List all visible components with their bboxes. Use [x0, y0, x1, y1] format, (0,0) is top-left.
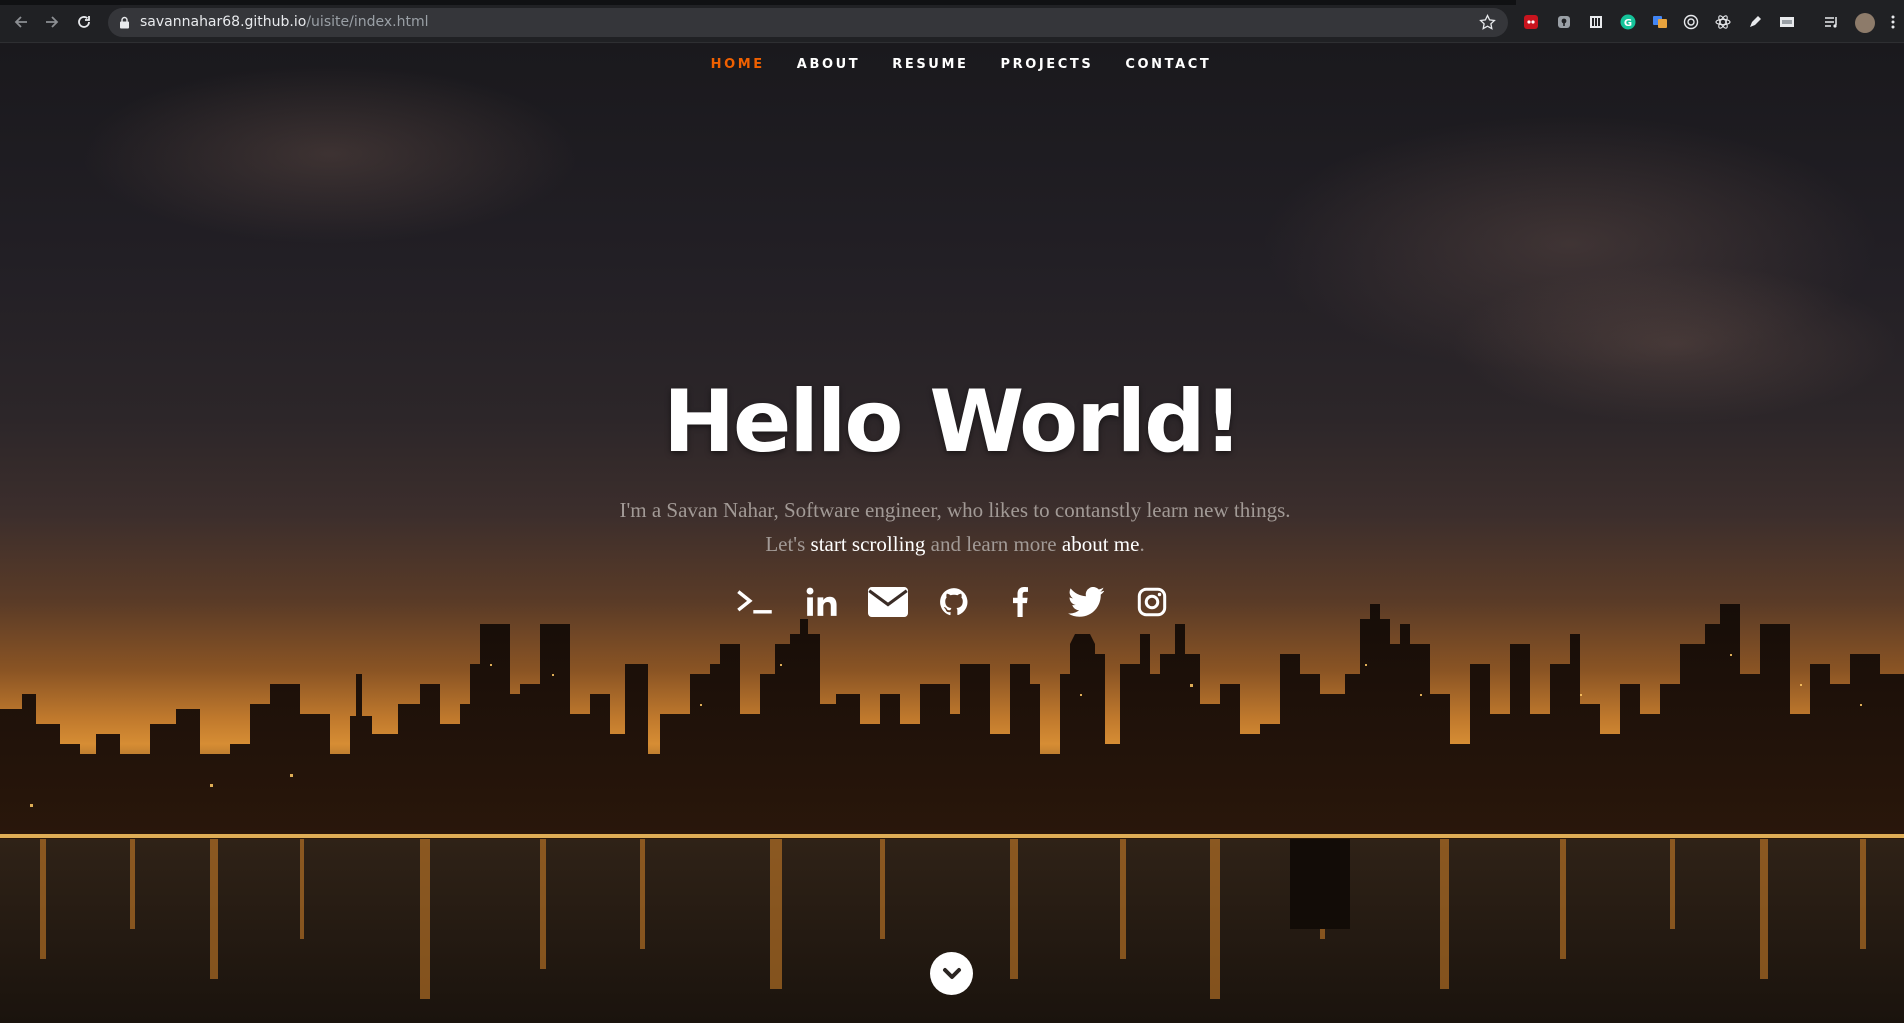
nav-resume-link[interactable]: RESUME: [892, 56, 968, 96]
ng-icon[interactable]: [1778, 13, 1796, 31]
water-reflection: [0, 839, 1904, 1023]
hero-headline: Hello World!: [663, 372, 1243, 472]
start-scrolling-link[interactable]: start scrolling: [811, 532, 926, 556]
nav-home-link[interactable]: HOME: [711, 56, 765, 96]
scroll-down-button[interactable]: [930, 952, 973, 995]
grammarly-icon[interactable]: G: [1619, 13, 1637, 31]
library-icon[interactable]: [1587, 13, 1605, 31]
forward-button[interactable]: [41, 11, 63, 33]
intro-text-3: .: [1139, 532, 1145, 556]
browser-toolbar: savannahar68.github.io/uisite/index.html…: [0, 0, 1904, 43]
google-translate-icon[interactable]: [1651, 13, 1669, 31]
address-bar[interactable]: savannahar68.github.io/uisite/index.html: [108, 8, 1508, 37]
reading-list-icon[interactable]: [1822, 13, 1840, 31]
intro-text-2: and learn more: [925, 532, 1062, 556]
reload-icon: [78, 16, 90, 28]
target-icon[interactable]: [1682, 13, 1700, 31]
hero-section: HOME ABOUT RESUME PROJECTS CONTACT Hello…: [0, 44, 1904, 1023]
tab-strip: [0, 0, 1516, 5]
back-button[interactable]: [10, 11, 32, 33]
site-nav: HOME ABOUT RESUME PROJECTS CONTACT: [0, 56, 1904, 96]
url-path: /uisite/index.html: [306, 14, 429, 30]
reload-button[interactable]: [73, 11, 95, 33]
svg-text:G: G: [1624, 18, 1632, 29]
email-icon[interactable]: [867, 584, 909, 620]
react-devtools-icon[interactable]: [1714, 13, 1732, 31]
location-icon[interactable]: [1555, 13, 1573, 31]
lastpass-icon[interactable]: [1522, 13, 1540, 31]
bookmark-star-icon[interactable]: [1479, 14, 1496, 31]
hero-intro: I'm a Savan Nahar, Software engineer, wh…: [610, 493, 1300, 561]
twitter-icon[interactable]: [1065, 584, 1107, 620]
instagram-icon[interactable]: [1131, 584, 1173, 620]
lock-icon: [120, 16, 129, 29]
terminal-icon[interactable]: [735, 584, 777, 620]
chevron-down-icon: [942, 967, 961, 979]
reflection-lights: [40, 839, 1866, 999]
github-icon[interactable]: [933, 584, 975, 620]
about-me-link[interactable]: about me: [1062, 532, 1140, 556]
arrow-left-icon: [14, 16, 27, 28]
nav-projects-link[interactable]: PROJECTS: [1000, 56, 1093, 96]
nav-about-link[interactable]: ABOUT: [797, 56, 860, 96]
url-text: savannahar68.github.io/uisite/index.html: [140, 14, 428, 30]
facebook-icon[interactable]: [999, 584, 1041, 620]
url-host: savannahar68.github.io: [140, 14, 307, 30]
nav-contact-link[interactable]: CONTACT: [1125, 56, 1211, 96]
social-links: [0, 584, 1904, 620]
menu-dots-icon[interactable]: [1890, 13, 1896, 31]
pen-icon[interactable]: [1746, 13, 1764, 31]
arrow-right-icon: [46, 16, 59, 28]
linkedin-icon[interactable]: [801, 584, 843, 620]
profile-avatar[interactable]: [1855, 13, 1875, 33]
